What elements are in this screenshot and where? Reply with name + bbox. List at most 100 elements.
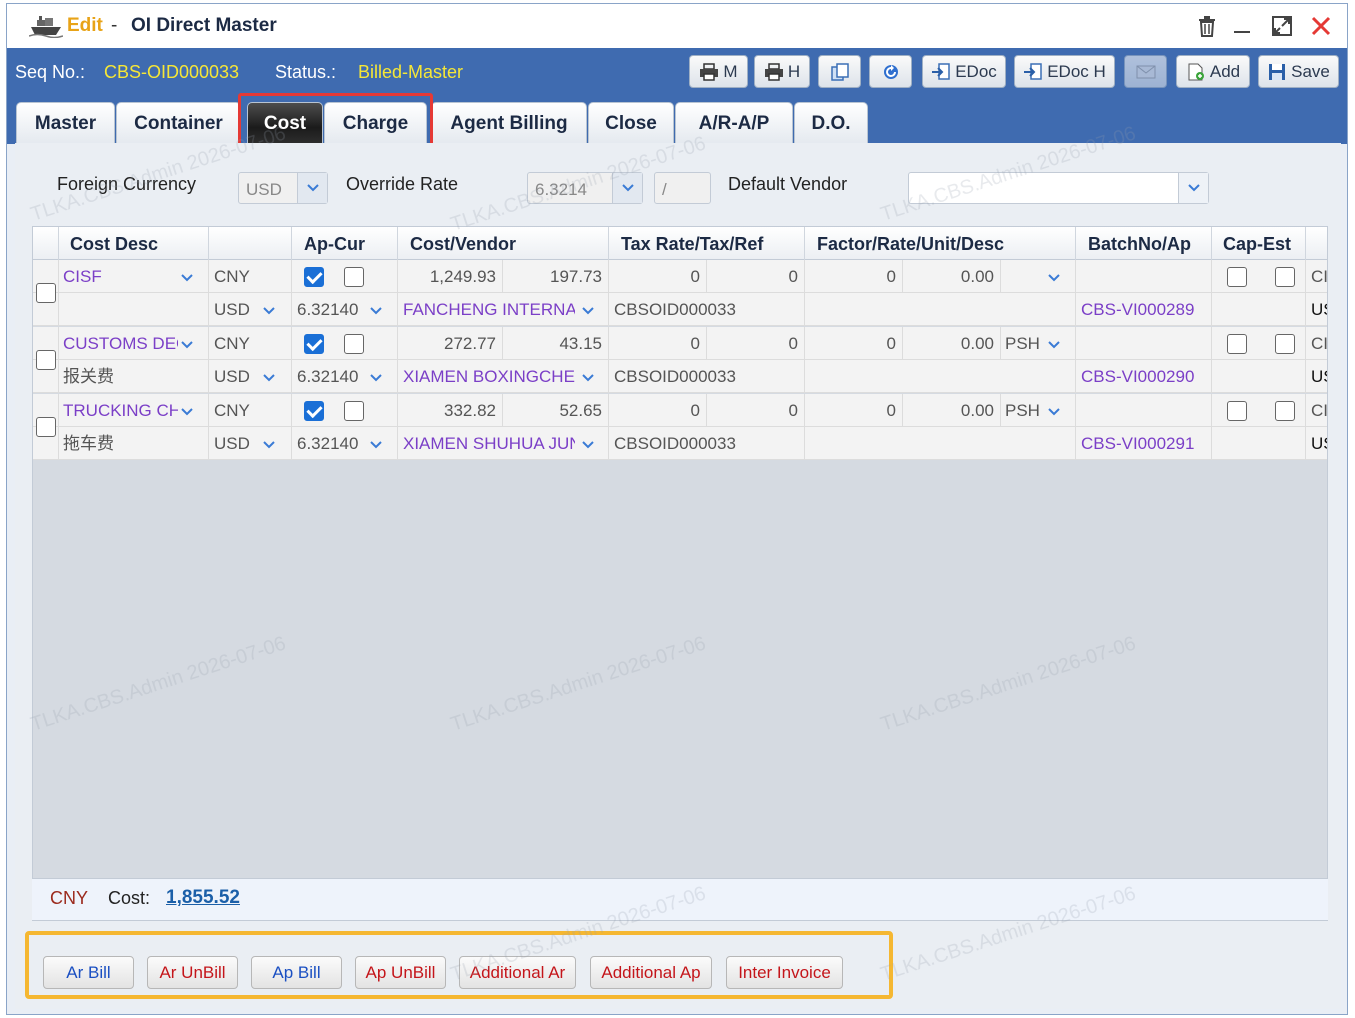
maximize-button[interactable] bbox=[1269, 13, 1295, 39]
tab-close[interactable]: Close bbox=[588, 102, 674, 144]
cur-checkbox[interactable] bbox=[344, 267, 364, 287]
minimize-button[interactable] bbox=[1229, 13, 1255, 39]
ap-unbill-button[interactable]: Ap UnBill bbox=[355, 956, 446, 989]
seq-label: Seq No.: bbox=[15, 62, 86, 82]
close-button[interactable] bbox=[1308, 13, 1334, 39]
cap-extra-value: CI bbox=[1311, 401, 1328, 420]
col-batch[interactable]: BatchNo/Ap bbox=[1088, 234, 1191, 255]
tax-rate-value: 0 bbox=[690, 401, 700, 420]
save-button[interactable]: Save bbox=[1258, 55, 1339, 88]
cur-checkbox[interactable] bbox=[344, 334, 364, 354]
vendor-value[interactable]: FANCHENG INTERNATIONAL bbox=[403, 293, 575, 326]
inter-invoice-button[interactable]: Inter Invoice bbox=[726, 956, 843, 989]
tab-master[interactable]: Master bbox=[16, 102, 115, 144]
ap-checkbox[interactable] bbox=[304, 401, 324, 421]
foreign-currency-value[interactable]: USD bbox=[214, 360, 250, 393]
tab-container[interactable]: Container bbox=[116, 102, 241, 144]
ap-bill-button[interactable]: Ap Bill bbox=[251, 956, 342, 989]
chevron-down-icon[interactable] bbox=[582, 360, 606, 393]
col-cap-est[interactable]: Cap-Est bbox=[1223, 234, 1291, 255]
batch-link[interactable]: CBS-VI000291 bbox=[1081, 427, 1209, 460]
unit-value[interactable]: PSH bbox=[1005, 327, 1045, 360]
cost-panel: Foreign Currency USD Override Rate 6.321… bbox=[15, 122, 1341, 1009]
col-tax[interactable]: Tax Rate/Tax/Ref bbox=[621, 234, 763, 255]
est-checkbox[interactable] bbox=[1275, 334, 1295, 354]
edoc-house-button[interactable]: EDoc H bbox=[1014, 55, 1115, 88]
chevron-down-icon[interactable] bbox=[263, 427, 287, 460]
vendor-value[interactable]: XIAMEN BOXINGCHENG bbox=[403, 360, 575, 393]
cost-amount: 1,249.93 bbox=[429, 267, 496, 286]
exchange-rate-value[interactable]: 6.32140 bbox=[297, 360, 367, 393]
override-rate-extra-field[interactable]: / bbox=[654, 172, 711, 204]
unit-value[interactable]: PSH bbox=[1005, 394, 1045, 427]
chevron-down-icon[interactable] bbox=[1048, 327, 1072, 360]
chevron-down-icon[interactable] bbox=[181, 260, 205, 293]
col-ap-cur[interactable]: Ap-Cur bbox=[304, 234, 365, 255]
override-rate-select[interactable]: 6.3214 bbox=[527, 172, 643, 204]
print-master-button[interactable]: M bbox=[689, 55, 748, 88]
foreign-currency-select[interactable]: USD bbox=[238, 172, 328, 204]
cost-amount-foreign: 43.15 bbox=[559, 334, 602, 353]
tax-value: 0 bbox=[788, 267, 798, 286]
est-checkbox[interactable] bbox=[1275, 267, 1295, 287]
cost-footer: CNY Cost: 1,855.52 bbox=[32, 878, 1328, 920]
additional-ap-button[interactable]: Additional Ap bbox=[590, 956, 712, 989]
ap-checkbox[interactable] bbox=[304, 267, 324, 287]
tax-value: 0 bbox=[788, 401, 798, 420]
exchange-rate-value[interactable]: 6.32140 bbox=[297, 427, 367, 460]
vendor-value[interactable]: XIAMEN SHUHUA JUN bbox=[403, 427, 575, 460]
ap-checkbox[interactable] bbox=[304, 334, 324, 354]
ar-unbill-button[interactable]: Ar UnBill bbox=[147, 956, 238, 989]
chevron-down-icon[interactable] bbox=[582, 293, 606, 326]
chevron-down-icon[interactable] bbox=[370, 427, 394, 460]
exchange-rate-value[interactable]: 6.32140 bbox=[297, 293, 367, 326]
edoc-label: EDoc bbox=[955, 61, 997, 81]
print-house-button[interactable]: H bbox=[754, 55, 810, 88]
chevron-down-icon[interactable] bbox=[1048, 394, 1072, 427]
cost-total-link[interactable]: 1,855.52 bbox=[166, 887, 240, 909]
copy-button[interactable] bbox=[818, 55, 861, 88]
tab-do[interactable]: D.O. bbox=[794, 102, 868, 144]
additional-ar-button[interactable]: Additional Ar bbox=[459, 956, 576, 989]
add-button[interactable]: Add bbox=[1176, 55, 1250, 88]
chevron-down-icon[interactable] bbox=[582, 427, 606, 460]
tab-agent-billing[interactable]: Agent Billing bbox=[431, 102, 587, 144]
seq-status-bar: Seq No.: CBS-OID000033 Status.: Billed-M… bbox=[7, 48, 1347, 96]
unit-value[interactable] bbox=[1005, 260, 1045, 293]
cur-checkbox[interactable] bbox=[344, 401, 364, 421]
foreign-currency-value[interactable]: USD bbox=[214, 293, 250, 326]
cost-desc-value[interactable]: TRUCKING CH bbox=[63, 394, 178, 427]
cost-desc-value[interactable]: CUSTOMS DEC bbox=[63, 327, 178, 360]
edoc-button[interactable]: EDoc bbox=[922, 55, 1006, 88]
row-select-checkbox[interactable] bbox=[36, 417, 56, 437]
ar-bill-button[interactable]: Ar Bill bbox=[43, 956, 134, 989]
cost-desc-value[interactable]: CISF bbox=[63, 260, 178, 293]
col-cost-desc[interactable]: Cost Desc bbox=[70, 234, 158, 255]
refresh-button[interactable] bbox=[869, 55, 912, 88]
add-document-icon bbox=[1188, 63, 1204, 80]
row-select-checkbox[interactable] bbox=[36, 350, 56, 370]
batch-link[interactable]: CBS-VI000289 bbox=[1081, 293, 1209, 326]
email-button[interactable] bbox=[1124, 55, 1167, 88]
default-vendor-select[interactable] bbox=[908, 172, 1209, 204]
chevron-down-icon[interactable] bbox=[263, 360, 287, 393]
batch-link[interactable]: CBS-VI000290 bbox=[1081, 360, 1209, 393]
col-factor[interactable]: Factor/Rate/Unit/Desc bbox=[817, 234, 1004, 255]
delete-button[interactable] bbox=[1194, 13, 1220, 39]
chevron-down-icon[interactable] bbox=[181, 394, 205, 427]
col-cost-vendor[interactable]: Cost/Vendor bbox=[410, 234, 516, 255]
chevron-down-icon[interactable] bbox=[370, 360, 394, 393]
chevron-down-icon[interactable] bbox=[263, 293, 287, 326]
chevron-down-icon[interactable] bbox=[181, 327, 205, 360]
row-select-checkbox[interactable] bbox=[36, 283, 56, 303]
cap-extra-value: US bbox=[1311, 367, 1327, 386]
cost-grid: Cost Desc Ap-Cur Cost/Vendor Tax Rate/Ta… bbox=[32, 226, 1328, 921]
cap-checkbox[interactable] bbox=[1227, 401, 1247, 421]
chevron-down-icon[interactable] bbox=[1048, 260, 1072, 293]
foreign-currency-value[interactable]: USD bbox=[214, 427, 250, 460]
tab-ar-ap[interactable]: A/R-A/P bbox=[675, 102, 793, 144]
cap-checkbox[interactable] bbox=[1227, 334, 1247, 354]
cap-checkbox[interactable] bbox=[1227, 267, 1247, 287]
est-checkbox[interactable] bbox=[1275, 401, 1295, 421]
chevron-down-icon[interactable] bbox=[370, 293, 394, 326]
